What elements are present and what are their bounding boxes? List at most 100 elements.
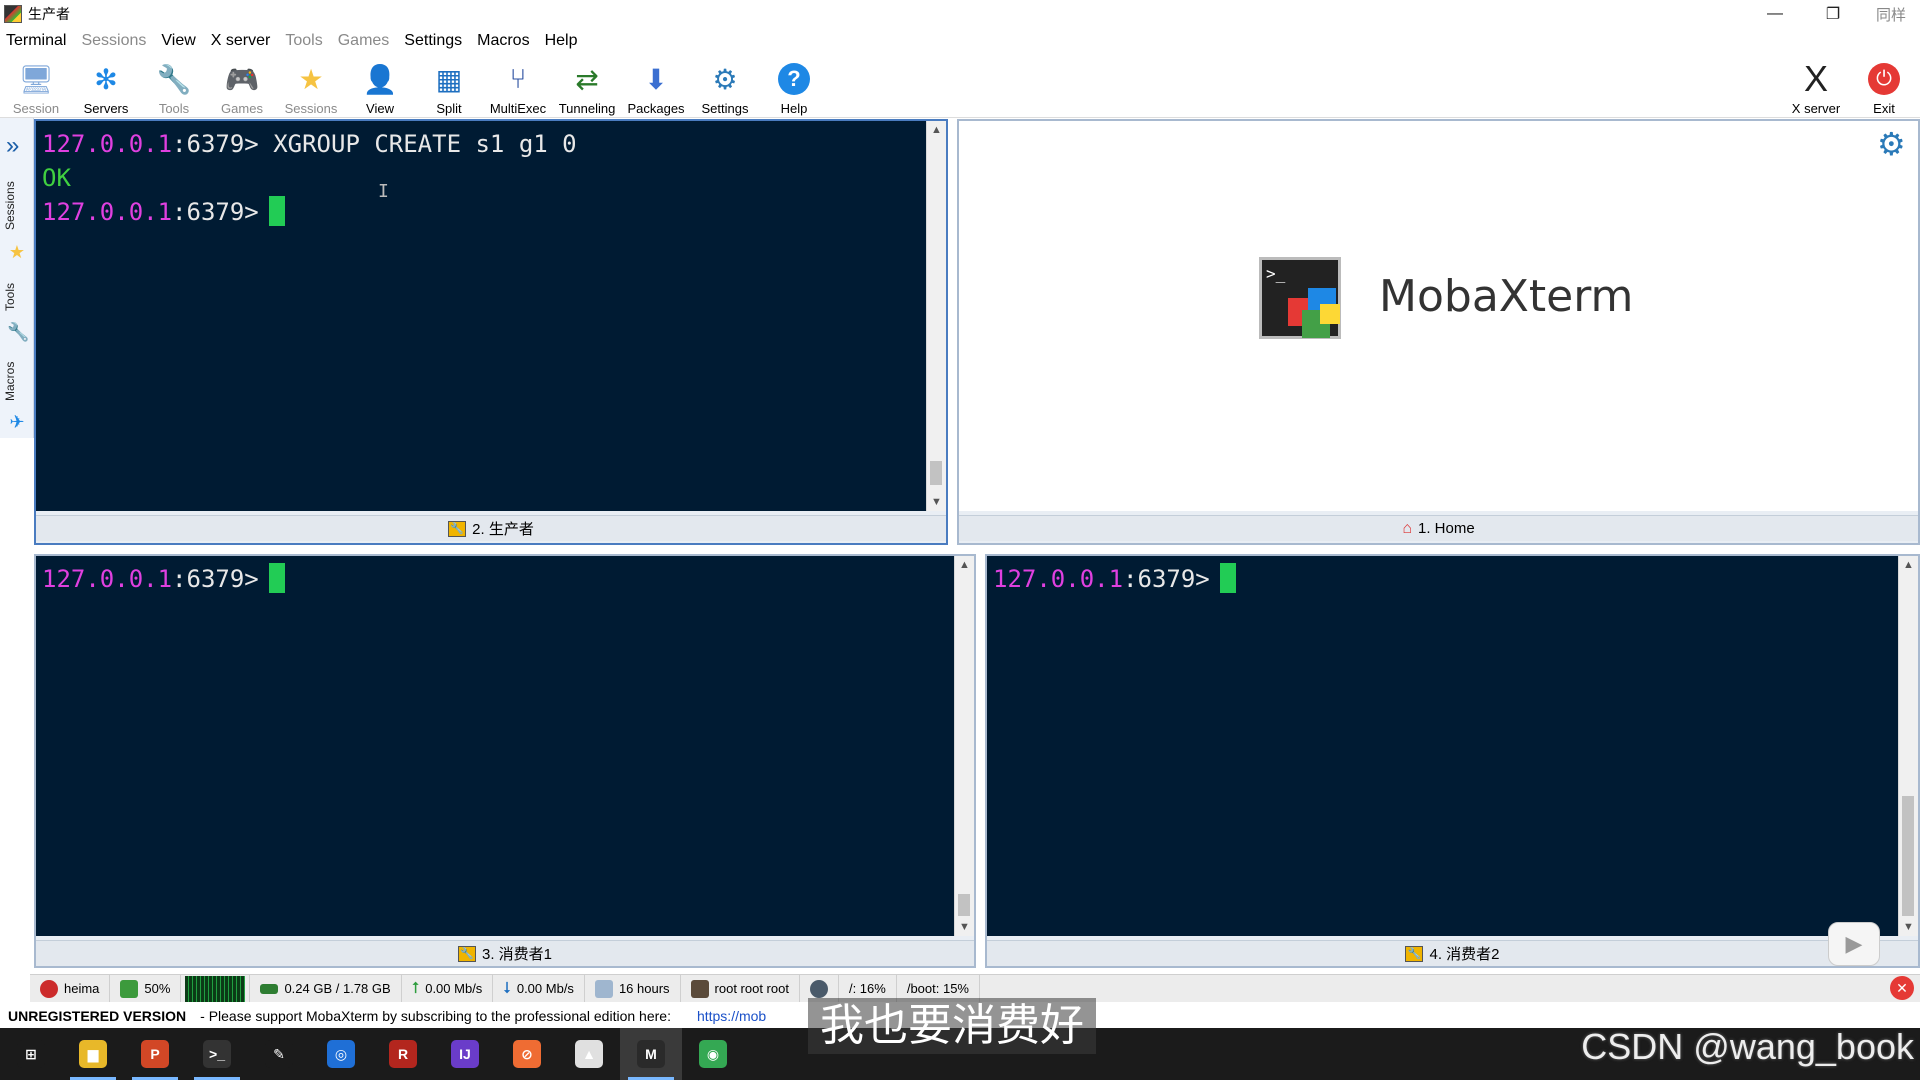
play-icon[interactable]: ▶ <box>1828 922 1880 966</box>
sidebar-tab-tools[interactable]: Tools <box>3 274 31 320</box>
taskbar-intellij[interactable]: IJ <box>434 1028 496 1080</box>
menu-bar: Terminal Sessions View X server Tools Games Se… <box>0 28 1920 54</box>
taskbar-chrome[interactable]: ◉ <box>682 1028 744 1080</box>
menu-help[interactable]: Help <box>539 32 587 50</box>
double-chevron-right-icon[interactable]: » <box>6 132 19 160</box>
scroll-down-icon[interactable]: ▼ <box>927 493 946 511</box>
memory-icon <box>260 983 279 994</box>
servers-button[interactable]: ✻ Servers <box>72 56 140 117</box>
terminal-line: 127.0.0.1:6379> XGROUP CREATE s1 g1 0 <box>42 130 577 158</box>
gear-icon[interactable]: ⚙ <box>1877 125 1906 163</box>
intellij-icon: IJ <box>451 1040 479 1068</box>
scrollbar[interactable]: ▲ ▼ <box>954 556 974 936</box>
taskbar-powerpoint[interactable]: P <box>124 1028 186 1080</box>
sidebar-tab-sessions[interactable]: Sessions <box>3 176 31 236</box>
scroll-thumb[interactable] <box>958 894 970 916</box>
text-caret-icon: I <box>378 181 389 202</box>
menu-macros[interactable]: Macros <box>471 32 538 50</box>
multiexec-button[interactable]: ⑂ MultiExec <box>484 56 552 116</box>
windows-start-icon: ⊞ <box>17 1040 45 1068</box>
menu-view[interactable]: View <box>155 32 204 50</box>
tab-consumer2[interactable]: 🔧 4. 消费者2 <box>987 940 1918 966</box>
scroll-down-icon[interactable]: ▼ <box>955 918 974 936</box>
scroll-down-icon[interactable]: ▼ <box>1899 918 1918 936</box>
paper-plane-icon: ✈ <box>9 412 25 432</box>
terminal-consumer2[interactable]: 127.0.0.1:6379> <box>987 556 1898 936</box>
terminal-producer[interactable]: 127.0.0.1:6379> XGROUP CREATE s1 g1 0 OK… <box>36 121 926 511</box>
sidebar-tab-macros[interactable]: Macros <box>3 354 31 408</box>
cpu-icon <box>120 979 139 998</box>
games-button[interactable]: 🎮 Games <box>208 56 276 117</box>
menu-sessions[interactable]: Sessions <box>75 32 155 50</box>
postman-icon: ⊘ <box>513 1040 541 1068</box>
status-cpu-graph <box>181 975 251 1002</box>
ssh-tab-icon: 🔧 <box>448 520 467 537</box>
download-arrow-icon: ⭣ <box>503 979 511 997</box>
scrollbar[interactable]: ▲ ▼ <box>1898 556 1918 936</box>
scroll-thumb[interactable] <box>930 461 942 485</box>
tools-button[interactable]: 🔧 Tools <box>140 56 208 117</box>
menu-terminal[interactable]: Terminal <box>0 32 75 50</box>
close-status-icon[interactable]: ✕ <box>1890 976 1914 1000</box>
typora-icon: ▲ <box>575 1040 603 1068</box>
video-subtitle: 我也要消费好 <box>808 998 1096 1054</box>
taskbar-browser-blue[interactable]: ◎ <box>310 1028 372 1080</box>
terminal-icon: >_ <box>203 1040 231 1068</box>
window-controls: — ❐ 同样 <box>1746 0 1920 28</box>
taskbar-mobaxterm[interactable]: M <box>620 1028 682 1080</box>
session-button[interactable]: 🖥 Session <box>2 56 70 117</box>
powerpoint-icon: P <box>141 1040 169 1068</box>
minimize-button[interactable]: — <box>1746 0 1804 28</box>
help-button[interactable]: ? Help <box>760 56 828 116</box>
help-icon: ? <box>776 61 812 97</box>
window-corner-text: 同样 <box>1875 6 1906 24</box>
scroll-up-icon[interactable]: ▲ <box>1899 556 1918 574</box>
taskbar-redis-desktop[interactable]: R <box>372 1028 434 1080</box>
menu-settings[interactable]: Settings <box>398 32 471 50</box>
wrench-icon: 🔧 <box>7 322 30 342</box>
exit-button[interactable]: ⏻ Exit <box>1850 56 1918 116</box>
restore-button[interactable]: ❐ <box>1804 0 1862 28</box>
x-icon: X <box>1803 58 1828 99</box>
menu-tools[interactable]: Tools <box>279 32 331 50</box>
terminal-cursor <box>268 563 285 593</box>
tab-home[interactable]: ⌂ 1. Home <box>959 515 1918 541</box>
title-bar: 生产者 — ❐ 同样 <box>0 0 1920 28</box>
scrollbar[interactable]: ▲ ▼ <box>926 121 946 511</box>
multiexec-icon: ⑂ <box>509 63 527 94</box>
tab-producer[interactable]: 🔧 2. 生产者 <box>36 515 946 541</box>
browser-blue-icon: ◎ <box>327 1040 355 1068</box>
scroll-up-icon[interactable]: ▲ <box>927 121 946 139</box>
file-explorer-icon: ▆ <box>79 1040 107 1068</box>
taskbar-typora[interactable]: ▲ <box>558 1028 620 1080</box>
scroll-up-icon[interactable]: ▲ <box>955 556 974 574</box>
settings-button[interactable]: ⚙ Settings <box>691 56 759 117</box>
status-host: heima <box>30 975 111 1002</box>
taskbar-terminal[interactable]: >_ <box>186 1028 248 1080</box>
chrome-icon: ◉ <box>699 1040 727 1068</box>
mobaxterm-logo: >_ <box>1259 257 1341 339</box>
view-button[interactable]: 👤 View <box>346 56 414 117</box>
status-upload: ⭡ 0.00 Mb/s <box>402 975 494 1002</box>
home-icon: ⌂ <box>1402 519 1412 537</box>
menu-x-server[interactable]: X server <box>205 32 280 50</box>
sessions-button[interactable]: ★ Sessions <box>277 56 345 117</box>
tunneling-button[interactable]: ⇄ Tunneling <box>553 56 621 117</box>
scroll-thumb[interactable] <box>1902 796 1914 916</box>
menu-games[interactable]: Games <box>332 32 399 50</box>
packages-button[interactable]: ⬇ Packages <box>622 56 690 117</box>
taskbar-file-explorer[interactable]: ▆ <box>62 1028 124 1080</box>
split-button[interactable]: ▦ Split <box>415 56 483 117</box>
terminal-consumer1[interactable]: 127.0.0.1:6379> <box>36 556 954 936</box>
subscribe-link[interactable]: https://mob <box>697 1008 766 1024</box>
taskbar-postman[interactable]: ⊘ <box>496 1028 558 1080</box>
star-icon: ★ <box>8 242 26 262</box>
pane-home: >_ MobaXterm ⚙ ⌂ 1. Home <box>957 119 1920 545</box>
taskbar-pen-tool[interactable]: ✎ <box>248 1028 310 1080</box>
taskbar-windows-start[interactable]: ⊞ <box>0 1028 62 1080</box>
tools-icon: 🔧 <box>156 63 192 95</box>
xserver-button[interactable]: X X server <box>1782 56 1850 116</box>
settings-gear-icon: ⚙ <box>712 63 738 95</box>
tab-consumer1[interactable]: 🔧 3. 消费者1 <box>36 940 974 966</box>
disk-icon <box>809 979 828 998</box>
